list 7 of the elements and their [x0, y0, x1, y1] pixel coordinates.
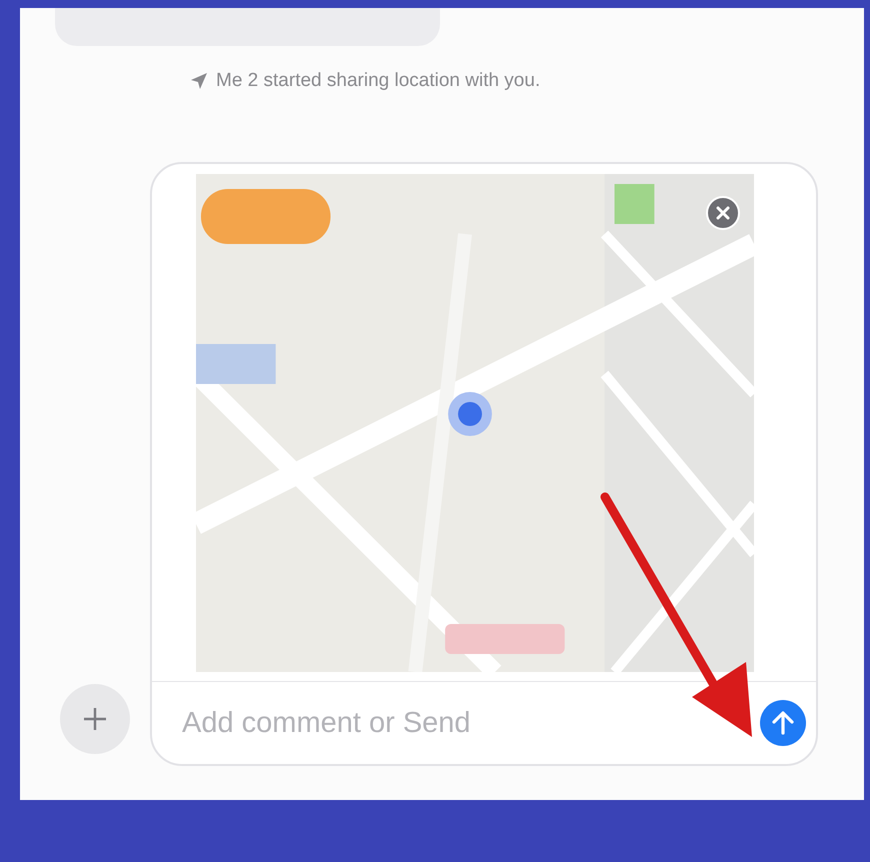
- location-arrow-icon: [190, 72, 208, 90]
- location-notice: Me 2 started sharing location with you.: [216, 70, 540, 92]
- plus-icon: [83, 707, 107, 731]
- up-arrow-icon: [772, 711, 794, 735]
- comment-field[interactable]: Add comment or Send: [180, 706, 584, 740]
- close-icon: [716, 206, 730, 220]
- send-button[interactable]: [760, 700, 806, 746]
